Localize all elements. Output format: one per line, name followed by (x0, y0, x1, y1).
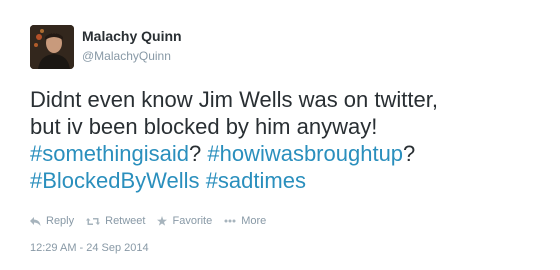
tweet-actions: Reply Retweet Favorite More (30, 215, 278, 227)
user-handle[interactable]: @MalachyQuinn (82, 49, 171, 63)
hashtag-howiwasbroughtup[interactable]: #howiwasbroughtup (207, 141, 403, 166)
tweet-text: Didnt even know Jim Wells was on twitter… (30, 86, 550, 194)
more-dots-icon (224, 219, 236, 223)
retweet-icon (86, 217, 101, 226)
avatar[interactable] (30, 25, 74, 69)
punctuation: ? (188, 141, 208, 166)
tweet-hashtag-line-2: #BlockedByWells #sadtimes (30, 167, 550, 194)
retweet-button[interactable]: Retweet (86, 215, 145, 227)
tweet-card: Malachy Quinn @MalachyQuinn Didnt even k… (0, 0, 560, 270)
tweet-hashtag-line-1: #somethingisaid? #howiwasbroughtup? (30, 140, 550, 167)
hashtag-blockedbywells[interactable]: #BlockedByWells (30, 168, 200, 193)
retweet-label: Retweet (105, 215, 146, 227)
reply-button[interactable]: Reply (30, 215, 74, 227)
display-name[interactable]: Malachy Quinn (82, 28, 182, 44)
favorite-label: Favorite (172, 215, 213, 227)
reply-icon (30, 216, 41, 226)
reply-label: Reply (46, 215, 75, 227)
star-icon (157, 216, 168, 226)
favorite-button[interactable]: Favorite (157, 215, 212, 227)
tweet-timestamp[interactable]: 12:29 AM - 24 Sep 2014 (30, 242, 149, 254)
punctuation: ? (403, 141, 416, 166)
more-label: More (241, 215, 267, 227)
tweet-text-line-2: but iv been blocked by him anyway! (30, 114, 378, 139)
avatar-image (30, 25, 74, 69)
tweet-text-line-1: Didnt even know Jim Wells was on twitter… (30, 87, 438, 112)
hashtag-somethingisaid[interactable]: #somethingisaid (30, 141, 189, 166)
hashtag-sadtimes[interactable]: #sadtimes (206, 168, 306, 193)
more-button[interactable]: More (224, 215, 266, 227)
